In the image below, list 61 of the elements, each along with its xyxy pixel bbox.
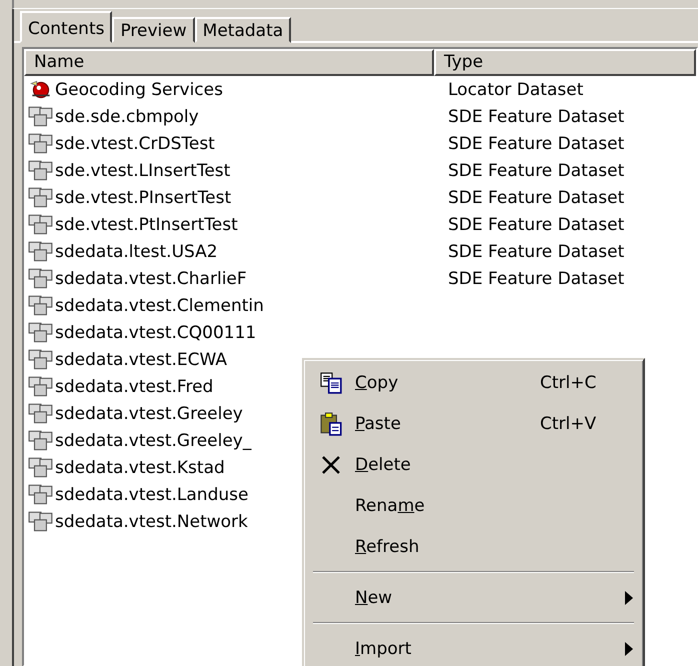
table-cell[interactable]: sdedata.vtest.CharlieF xyxy=(55,268,247,288)
submenu-arrow-icon xyxy=(625,590,633,604)
menu-item[interactable]: Import xyxy=(355,638,412,658)
menu-item[interactable]: Delete xyxy=(355,454,411,474)
table-cell: SDE Feature Dataset xyxy=(448,242,624,262)
delete-icon xyxy=(321,454,341,474)
feature-dataset-icon xyxy=(28,322,54,344)
feature-dataset-icon xyxy=(28,132,54,154)
table-cell[interactable]: sde.vtest.CrDSTest xyxy=(55,134,215,154)
table-cell: SDE Feature Dataset xyxy=(448,188,624,208)
table-cell: SDE Feature Dataset xyxy=(448,268,624,288)
feature-dataset-icon xyxy=(28,510,54,532)
feature-dataset-icon xyxy=(28,456,54,478)
table-cell: SDE Feature Dataset xyxy=(448,134,624,154)
table-cell[interactable]: sde.vtest.PtInsertTest xyxy=(55,214,238,234)
table-cell: SDE Feature Dataset xyxy=(448,214,624,234)
feature-dataset-icon xyxy=(28,430,54,452)
feature-dataset-icon xyxy=(28,106,54,128)
table-cell[interactable]: sde.sde.cbmpoly xyxy=(55,106,199,126)
table-cell: Locator Dataset xyxy=(448,80,584,100)
table-cell[interactable]: sdedata.vtest.CQ00111 xyxy=(55,322,256,342)
shortcut-label: Ctrl+V xyxy=(540,414,596,434)
table-cell: SDE Feature Dataset xyxy=(448,160,624,180)
table-cell[interactable]: sdedata.vtest.Greeley xyxy=(55,404,243,424)
table-cell[interactable]: sdedata.vtest.Kstad xyxy=(55,458,225,478)
table-cell[interactable]: sde.vtest.PInsertTest xyxy=(55,188,232,208)
table-cell: SDE Feature Dataset xyxy=(448,106,624,126)
menu-item[interactable]: Rename xyxy=(355,496,425,516)
feature-dataset-icon xyxy=(28,186,54,208)
tab[interactable]: Preview xyxy=(112,17,195,43)
copy-icon xyxy=(320,372,342,394)
feature-dataset-icon xyxy=(28,348,54,370)
column-header[interactable]: Name xyxy=(24,49,434,76)
table-cell[interactable]: sdedata.ltest.USA2 xyxy=(55,242,218,262)
table-cell[interactable]: sdedata.vtest.Fred xyxy=(55,376,214,396)
feature-dataset-icon xyxy=(28,294,54,316)
table-cell[interactable]: sdedata.vtest.Landuse xyxy=(55,484,248,504)
feature-dataset-icon xyxy=(28,484,54,506)
column-header[interactable]: Type xyxy=(434,49,696,76)
table-cell[interactable]: sdedata.vtest.Greeley_ xyxy=(55,430,252,450)
menu-item[interactable]: Copy xyxy=(355,372,398,392)
table-cell[interactable]: sdedata.vtest.Network xyxy=(55,512,248,532)
menu-item[interactable]: Paste xyxy=(355,414,401,434)
table-cell[interactable]: sde.vtest.LInsertTest xyxy=(55,160,230,180)
submenu-arrow-icon xyxy=(625,642,633,656)
feature-dataset-icon xyxy=(28,214,54,236)
feature-dataset-icon xyxy=(28,268,54,290)
pane-splitter[interactable] xyxy=(12,0,698,9)
paste-icon xyxy=(320,412,342,436)
feature-dataset-icon xyxy=(28,240,54,262)
feature-dataset-icon xyxy=(28,160,54,182)
tab[interactable]: Contents xyxy=(20,11,112,43)
menu-item[interactable]: New xyxy=(355,588,392,608)
feature-dataset-icon xyxy=(28,402,54,424)
table-cell[interactable]: Geocoding Services xyxy=(55,80,223,100)
menu-item[interactable]: Refresh xyxy=(355,536,420,556)
feature-dataset-icon xyxy=(28,376,54,398)
table-cell[interactable]: sdedata.vtest.ECWA xyxy=(55,350,228,370)
shortcut-label: Ctrl+C xyxy=(540,372,596,392)
table-cell[interactable]: sdedata.vtest.Clementin xyxy=(55,296,264,316)
tab[interactable]: Metadata xyxy=(194,17,292,43)
